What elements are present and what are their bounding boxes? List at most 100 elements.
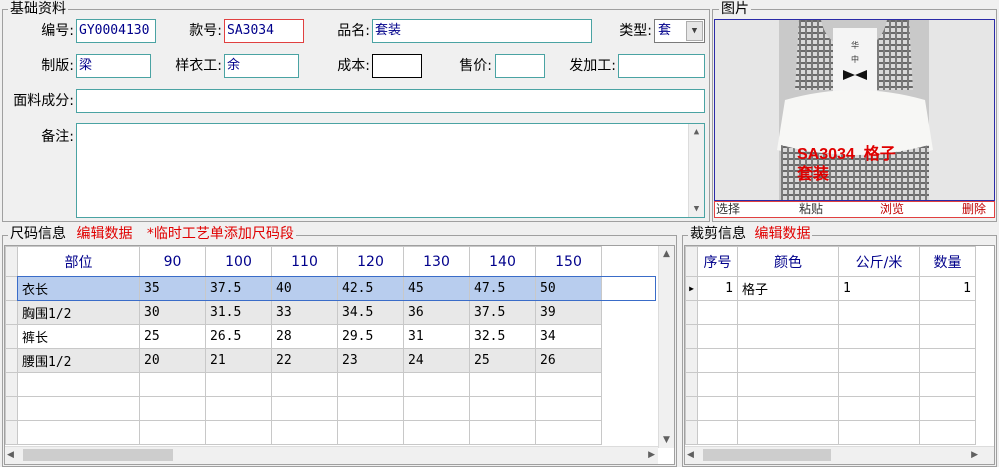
- table-cell[interactable]: 45: [403, 276, 470, 301]
- table-cell[interactable]: 1: [838, 276, 920, 301]
- cut-header-qty[interactable]: 数量: [919, 246, 976, 277]
- cut-header-color[interactable]: 颜色: [737, 246, 839, 277]
- table-cell[interactable]: 24: [403, 348, 470, 373]
- size-header-100[interactable]: 100: [205, 246, 272, 277]
- table-cell[interactable]: 格子: [737, 276, 839, 301]
- table-cell[interactable]: 25: [469, 348, 536, 373]
- chevron-down-icon[interactable]: ▼: [686, 21, 703, 41]
- table-cell[interactable]: 23: [337, 348, 404, 373]
- table-cell[interactable]: 20: [139, 348, 206, 373]
- table-cell[interactable]: 26.5: [205, 324, 272, 349]
- table-cell[interactable]: 34: [535, 324, 602, 349]
- table-row[interactable]: 裤长 25 26.5 28 29.5 31 32.5 34: [5, 324, 602, 349]
- table-row[interactable]: [5, 396, 602, 421]
- table-row[interactable]: [685, 324, 976, 349]
- browse-picture-button[interactable]: 浏览: [880, 202, 904, 217]
- row-indicator[interactable]: [5, 276, 18, 301]
- table-row[interactable]: [685, 396, 976, 421]
- table-cell[interactable]: 29.5: [337, 324, 404, 349]
- table-cell[interactable]: 30: [139, 300, 206, 325]
- process-field[interactable]: [618, 54, 705, 78]
- table-row[interactable]: ▶ 1 格子 1 1: [685, 276, 976, 301]
- price-field[interactable]: [495, 54, 545, 78]
- remark-textarea[interactable]: ▲ ▼: [76, 123, 705, 218]
- table-cell[interactable]: 裤长: [17, 324, 140, 349]
- paste-picture-button[interactable]: 粘贴: [799, 202, 823, 217]
- table-cell[interactable]: 42.5: [337, 276, 404, 301]
- table-row[interactable]: 腰围1/2 20 21 22 23 24 25 26: [5, 348, 602, 373]
- size-grid-v-scrollbar[interactable]: ▲ ▼: [658, 246, 674, 448]
- code-field[interactable]: GY0004130: [76, 19, 156, 43]
- cut-edit-link[interactable]: 编辑数据: [754, 226, 810, 242]
- table-cell[interactable]: 47.5: [469, 276, 536, 301]
- cut-grid[interactable]: 序号 颜色 公斤/米 数量 ▶ 1 格子 1 1 ◀ ▶: [684, 245, 995, 465]
- table-cell[interactable]: 36: [403, 300, 470, 325]
- scroll-up-icon[interactable]: ▲: [659, 246, 674, 262]
- table-cell[interactable]: 32.5: [469, 324, 536, 349]
- row-indicator[interactable]: [5, 324, 18, 349]
- sample-field[interactable]: 余: [224, 54, 299, 78]
- table-row[interactable]: 胸围1/2 30 31.5 33 34.5 36 37.5 39: [5, 300, 602, 325]
- product-field[interactable]: 套装: [372, 19, 592, 43]
- size-grid-h-thumb[interactable]: [23, 449, 173, 461]
- table-cell[interactable]: 50: [535, 276, 602, 301]
- table-cell[interactable]: 衣长: [17, 276, 140, 301]
- pattern-field[interactable]: 梁: [76, 54, 151, 78]
- fabric-field[interactable]: [76, 89, 705, 113]
- style-field[interactable]: SA3034: [224, 19, 304, 43]
- scroll-down-icon[interactable]: ▼: [689, 201, 704, 217]
- cost-field[interactable]: [372, 54, 422, 78]
- table-row[interactable]: [5, 372, 602, 397]
- size-header-130[interactable]: 130: [403, 246, 470, 277]
- table-cell[interactable]: 35: [139, 276, 206, 301]
- table-cell[interactable]: 31: [403, 324, 470, 349]
- current-row-arrow-icon[interactable]: ▶: [685, 276, 698, 301]
- type-select[interactable]: 套 ▼: [654, 19, 705, 43]
- size-header-part[interactable]: 部位: [17, 246, 140, 277]
- size-header-90[interactable]: 90: [139, 246, 206, 277]
- table-row[interactable]: 衣长 35 37.5 40 42.5 45 47.5 50: [5, 276, 602, 301]
- size-grid[interactable]: 部位 90 100 110 120 130 140 150 衣长 35 37.5…: [4, 245, 675, 465]
- scroll-left-icon[interactable]: ◀: [7, 447, 14, 464]
- table-row[interactable]: [685, 300, 976, 325]
- cut-header-seq[interactable]: 序号: [697, 246, 738, 277]
- table-cell[interactable]: 26: [535, 348, 602, 373]
- scroll-up-icon[interactable]: ▲: [689, 124, 704, 140]
- scroll-down-icon[interactable]: ▼: [659, 432, 674, 448]
- size-header-110[interactable]: 110: [271, 246, 338, 277]
- size-header-120[interactable]: 120: [337, 246, 404, 277]
- table-cell[interactable]: 31.5: [205, 300, 272, 325]
- select-picture-button[interactable]: 选择: [716, 202, 740, 217]
- size-header-140[interactable]: 140: [469, 246, 536, 277]
- table-cell[interactable]: 37.5: [205, 276, 272, 301]
- scroll-right-icon[interactable]: ▶: [971, 447, 978, 464]
- table-cell[interactable]: 40: [271, 276, 338, 301]
- table-cell[interactable]: 1: [697, 276, 738, 301]
- cut-header-weight[interactable]: 公斤/米: [838, 246, 920, 277]
- table-cell[interactable]: 34.5: [337, 300, 404, 325]
- table-row[interactable]: [5, 420, 602, 445]
- scroll-left-icon[interactable]: ◀: [687, 447, 694, 464]
- size-grid-h-scrollbar[interactable]: ◀ ▶: [5, 446, 658, 464]
- size-header-150[interactable]: 150: [535, 246, 602, 277]
- table-row[interactable]: [685, 420, 976, 445]
- table-cell[interactable]: 1: [919, 276, 976, 301]
- table-cell[interactable]: 胸围1/2: [17, 300, 140, 325]
- scroll-right-icon[interactable]: ▶: [648, 447, 655, 464]
- table-cell[interactable]: 37.5: [469, 300, 536, 325]
- table-cell[interactable]: 33: [271, 300, 338, 325]
- table-cell[interactable]: 39: [535, 300, 602, 325]
- table-cell[interactable]: 25: [139, 324, 206, 349]
- cut-grid-h-thumb[interactable]: [703, 449, 831, 461]
- row-indicator[interactable]: [5, 300, 18, 325]
- table-cell[interactable]: 21: [205, 348, 272, 373]
- size-edit-link[interactable]: 编辑数据: [76, 226, 132, 242]
- table-cell[interactable]: 28: [271, 324, 338, 349]
- table-cell[interactable]: 22: [271, 348, 338, 373]
- table-row[interactable]: [685, 348, 976, 373]
- row-indicator[interactable]: [5, 348, 18, 373]
- table-cell[interactable]: 腰围1/2: [17, 348, 140, 373]
- cut-grid-h-scrollbar[interactable]: ◀ ▶: [685, 446, 994, 464]
- delete-picture-button[interactable]: 删除: [962, 202, 986, 217]
- table-row[interactable]: [685, 372, 976, 397]
